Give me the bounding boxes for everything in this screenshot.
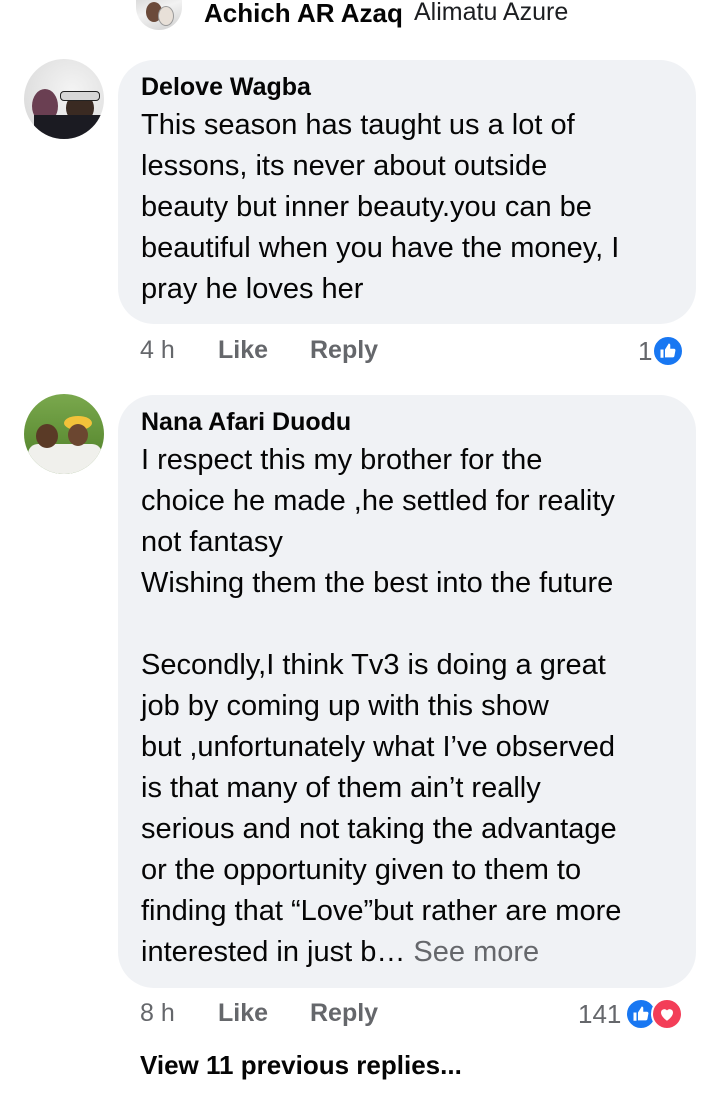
comment-timestamp[interactable]: 8 h [140,999,175,1028]
reaction-summary[interactable]: 141 [578,998,684,1030]
like-button[interactable]: Like [218,336,268,365]
comment-bubble: Delove Wagba This season has taught us a… [118,60,696,324]
reply-author-name[interactable]: Achich AR Azaq [204,0,403,29]
see-more-link[interactable]: See more [413,936,539,968]
reaction-summary[interactable]: 1 [638,335,685,367]
comment-body: I respect this my brother for the choice… [141,444,622,968]
comment-bubble: Nana Afari Duodu I respect this my broth… [118,395,696,988]
avatar[interactable] [136,0,182,30]
reply-button[interactable]: Reply [310,336,378,365]
comment-text: This season has taught us a lot of lesso… [141,109,620,305]
heart-icon [651,998,684,1030]
avatar[interactable] [24,59,104,139]
comment-actions: 4 h Like Reply [140,336,378,365]
comment-author-name[interactable]: Nana Afari Duodu [141,407,674,437]
like-button[interactable]: Like [218,999,268,1028]
avatar[interactable] [24,394,104,474]
comment-actions: 8 h Like Reply [140,999,378,1028]
comment-author-name[interactable]: Delove Wagba [141,72,674,102]
view-previous-replies-link[interactable]: View 11 previous replies... [140,1050,462,1081]
reaction-count: 141 [578,998,622,1029]
tagged-user-name[interactable]: Alimatu Azure [414,0,568,27]
reaction-count: 1 [638,335,653,366]
thumbs-up-icon [652,335,685,367]
comment-text: I respect this my brother for the choice… [141,440,674,973]
reply-button[interactable]: Reply [310,999,378,1028]
comment-timestamp[interactable]: 4 h [140,336,175,365]
